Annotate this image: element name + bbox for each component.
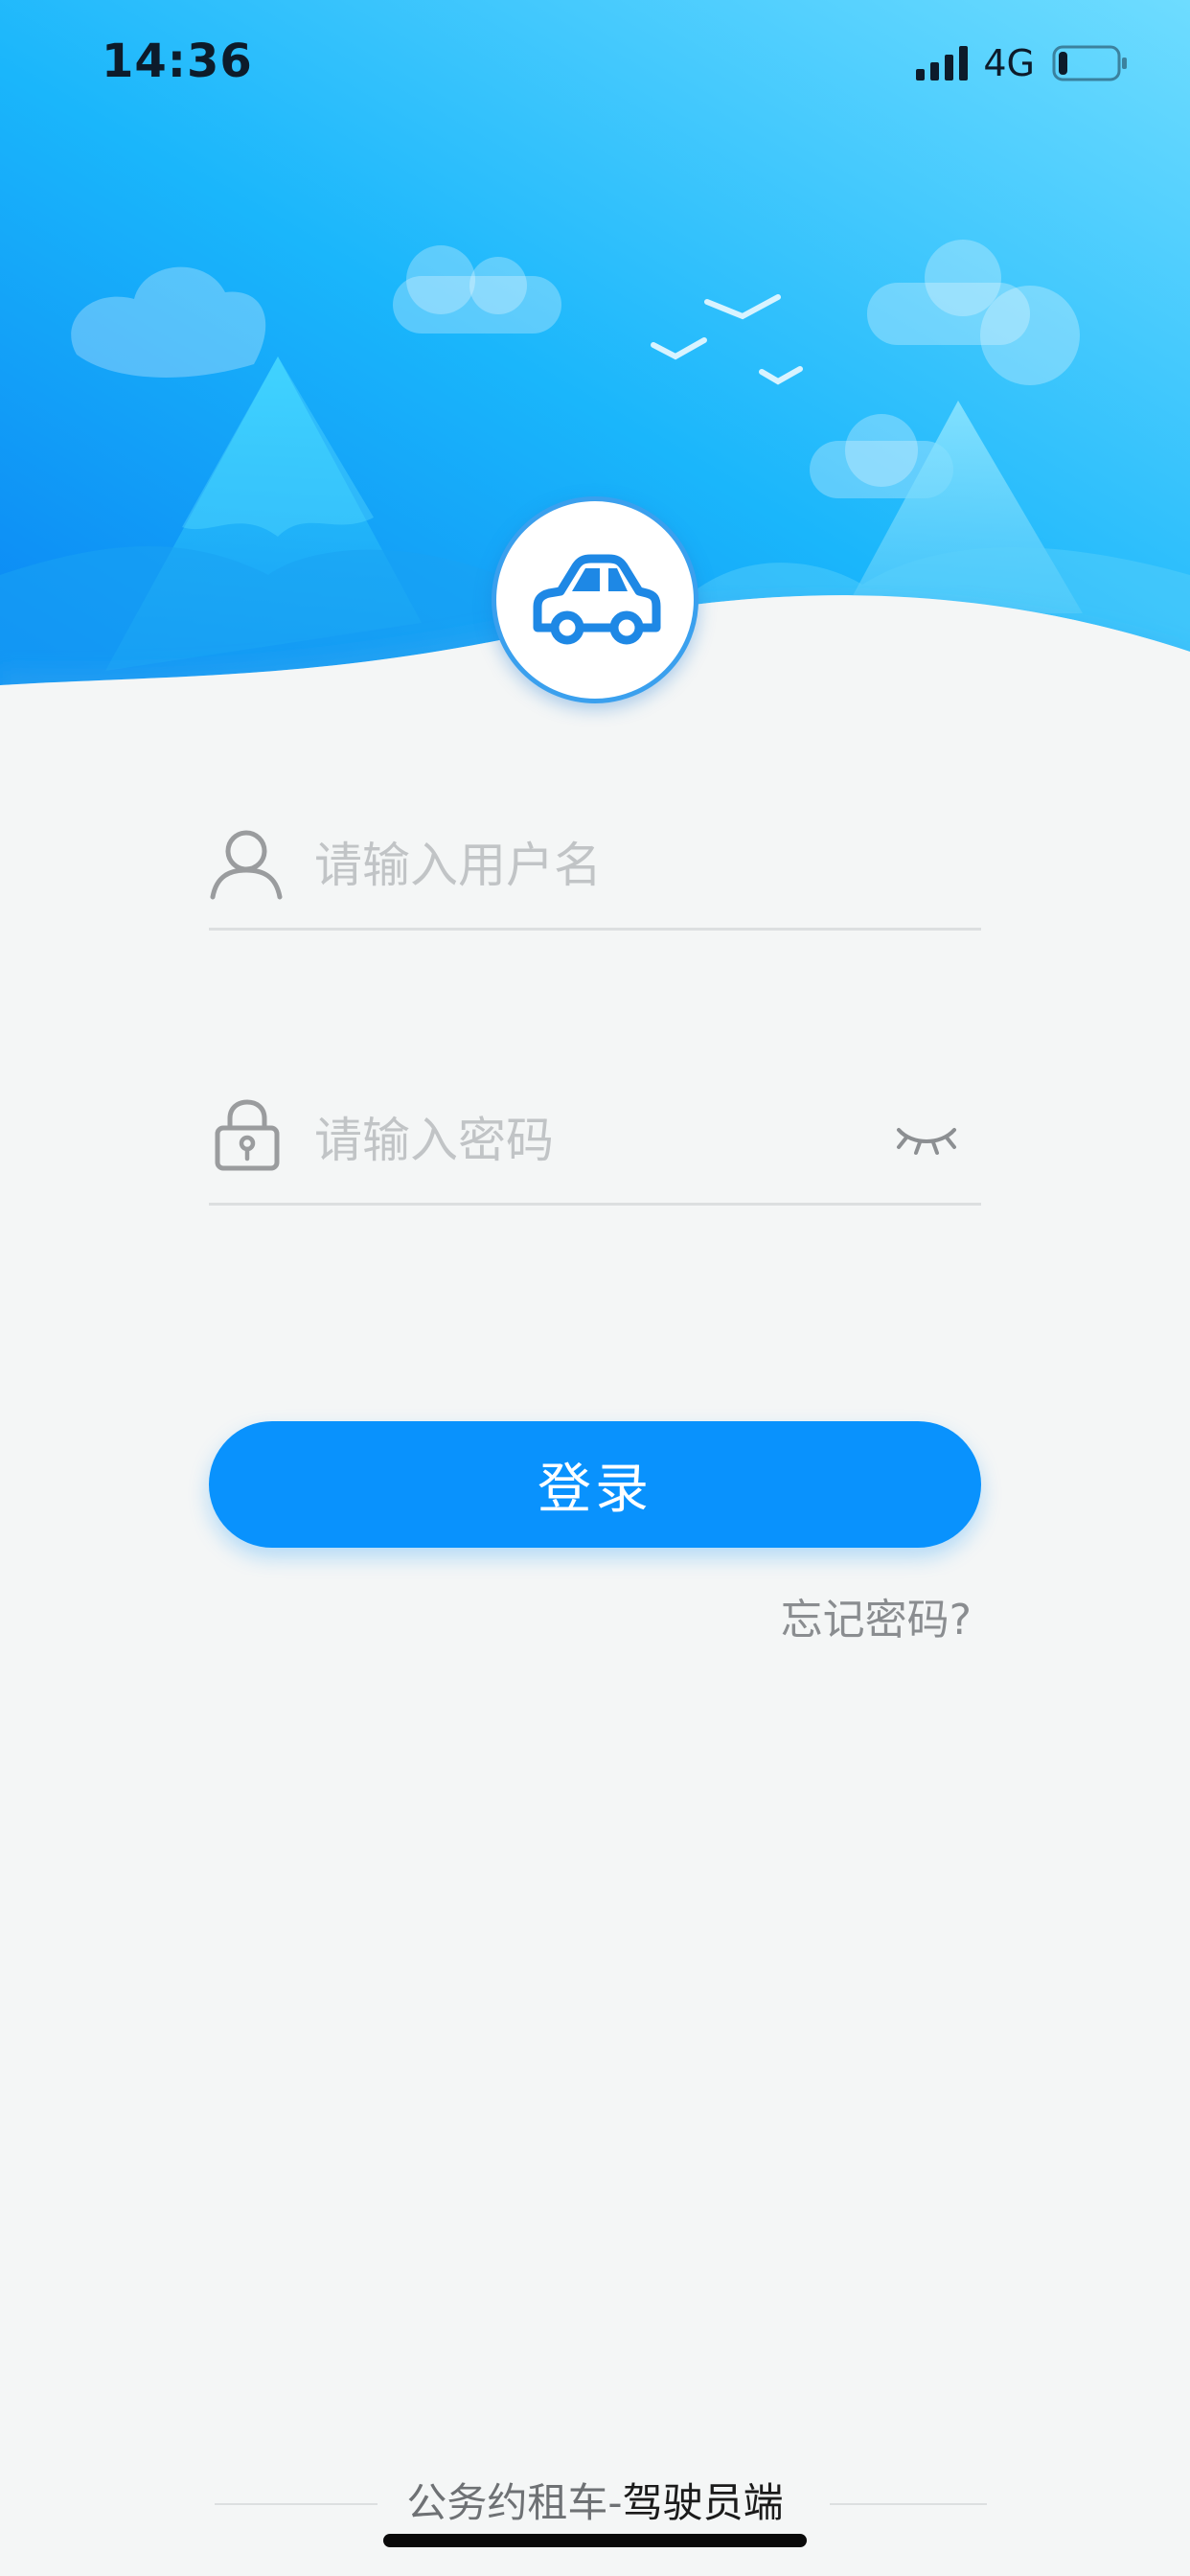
footer-caption: 公务约租车-驾驶员端: [0, 2472, 1190, 2534]
password-field: [209, 1097, 981, 1206]
username-field: [209, 822, 981, 931]
forgot-password-link[interactable]: 忘记密码?: [781, 1585, 972, 1646]
network-type: 4G: [983, 42, 1035, 84]
footer-subtitle: 驾驶员端: [622, 2479, 784, 2526]
battery-icon: [1052, 45, 1127, 81]
status-bar: 14:36 4G: [0, 0, 1190, 134]
footer: 公务约租车-驾驶员端: [0, 2472, 1190, 2540]
signal-icon: [916, 46, 969, 80]
car-icon: [533, 554, 661, 645]
login-screen: 14:36 4G 请输入用户名 登录 忘记密码? 公务约租车-驾驶员端: [0, 0, 1190, 2576]
lock-icon: [215, 1099, 280, 1171]
status-indicators: 4G: [916, 42, 1129, 84]
status-time: 14:36: [102, 34, 253, 88]
login-button[interactable]: 登录: [209, 1421, 981, 1548]
footer-app-name: 公务约租车-: [406, 2479, 623, 2526]
home-indicator: [383, 2534, 807, 2547]
user-icon: [210, 830, 283, 900]
username-input[interactable]: [314, 822, 851, 908]
app-logo: [492, 496, 698, 703]
password-input[interactable]: [314, 1097, 851, 1184]
eye-closed-icon[interactable]: [893, 1116, 960, 1159]
